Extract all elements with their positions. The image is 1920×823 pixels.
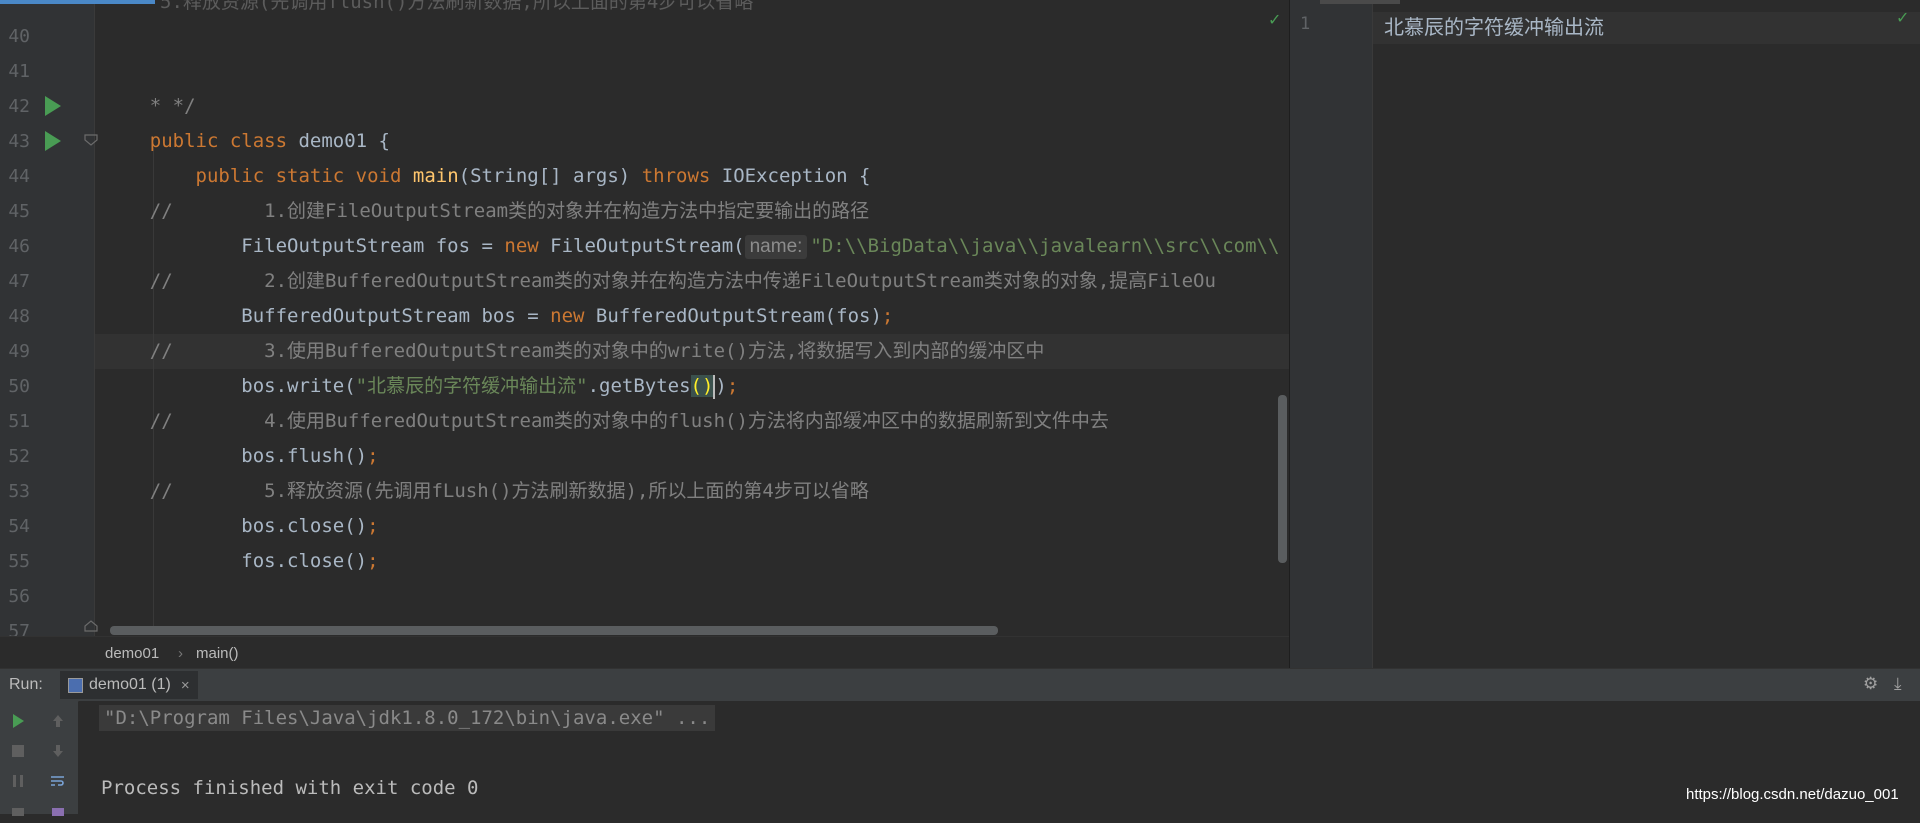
console-command-line[interactable]: "D:\Program Files\Java\jdk1.8.0_172\bin\…	[99, 705, 716, 731]
close-icon[interactable]: ×	[181, 677, 190, 694]
print-button[interactable]	[46, 799, 70, 823]
pause-icon	[13, 775, 23, 787]
line-number: 47	[8, 271, 30, 292]
play-icon	[13, 714, 24, 728]
wrap-icon	[51, 776, 64, 786]
output-file-content[interactable]: 北慕辰的字符缓冲输出流	[1384, 12, 1604, 44]
stop-button[interactable]	[6, 739, 30, 763]
scroll-up-button[interactable]	[46, 709, 70, 733]
gutter-divider	[94, 0, 95, 636]
line-number: 41	[8, 61, 30, 82]
run-toolbar	[0, 701, 78, 816]
line-number: 43	[8, 131, 30, 152]
line-number: 1	[1300, 14, 1311, 34]
arrow-up-icon	[53, 715, 63, 727]
code-text: fos.close()	[149, 550, 368, 572]
line-number: 44	[8, 166, 30, 187]
line-number: 40	[8, 26, 30, 47]
output-tab-indicator	[1320, 0, 1400, 4]
editor-top-strip: 5.释放资源(先调用flush()方法刷新数据,所以上面的第4步可以省略	[0, 0, 1289, 13]
run-config-icon	[68, 677, 83, 693]
line-number: 55	[8, 551, 30, 572]
run-tab-label: demo01 (1)	[89, 676, 171, 693]
line-number: 56	[8, 586, 30, 607]
scroll-down-button[interactable]	[46, 739, 70, 763]
watermark: https://blog.csdn.net/dazuo_001	[1686, 786, 1899, 803]
clipped-code-line: 5.释放资源(先调用flush()方法刷新数据,所以上面的第4步可以省略	[160, 0, 754, 13]
pause-button[interactable]	[6, 769, 30, 793]
breadcrumb: demo01 › main()	[0, 636, 1289, 669]
run-main-icon[interactable]	[45, 131, 61, 151]
inspection-ok-icon[interactable]: ✓	[1896, 8, 1909, 28]
printer-icon	[52, 808, 64, 816]
active-tab-indicator	[0, 0, 155, 4]
run-label: Run:	[9, 676, 43, 693]
code-editor[interactable]: 5.释放资源(先调用flush()方法刷新数据,所以上面的第4步可以省略 40 …	[0, 0, 1289, 636]
vertical-scrollbar[interactable]	[1278, 395, 1287, 563]
line-number: 48	[8, 306, 30, 327]
breadcrumb-class[interactable]: demo01	[105, 645, 159, 662]
line-number: 53	[8, 481, 30, 502]
console-exit-message: Process finished with exit code 0	[101, 777, 479, 799]
minimize-icon[interactable]: ⤓	[1894, 674, 1902, 694]
gear-icon[interactable]: ⚙	[1863, 674, 1878, 694]
fold-end-marker-icon[interactable]	[84, 620, 98, 632]
line-number: 50	[8, 376, 30, 397]
semicolon: ;	[367, 550, 379, 572]
line-number: 45	[8, 201, 30, 222]
camera-icon	[12, 808, 24, 816]
rerun-button[interactable]	[6, 709, 30, 733]
run-tool-window-header: Run: demo01 (1) × ⚙ ⤓	[0, 668, 1920, 702]
line-number: 49	[8, 341, 30, 362]
line-number: 51	[8, 411, 30, 432]
run-console[interactable]: "D:\Program Files\Java\jdk1.8.0_172\bin\…	[79, 701, 1920, 814]
line-number: 57	[8, 621, 30, 636]
soft-wrap-button[interactable]	[46, 769, 70, 793]
line-number: 46	[8, 236, 30, 257]
run-tab[interactable]: demo01 (1) ×	[60, 671, 198, 699]
line-number: 54	[8, 516, 30, 537]
line-number: 42	[8, 96, 30, 117]
line-number: 52	[8, 446, 30, 467]
run-class-icon[interactable]	[45, 96, 61, 116]
code-line[interactable]: fos.close();	[104, 509, 379, 614]
breadcrumb-method[interactable]: main()	[196, 645, 239, 662]
fold-marker-icon[interactable]	[84, 134, 98, 146]
stop-icon	[12, 745, 24, 757]
breadcrumb-separator: ›	[178, 645, 183, 662]
output-file-editor[interactable]: 1 北慕辰的字符缓冲输出流 ✓	[1289, 0, 1920, 668]
dump-threads-button[interactable]	[6, 799, 30, 823]
inspection-ok-icon[interactable]: ✓	[1268, 10, 1281, 30]
horizontal-scrollbar[interactable]	[110, 626, 998, 635]
output-file-gutter	[1290, 0, 1373, 668]
arrow-down-icon	[53, 745, 63, 757]
